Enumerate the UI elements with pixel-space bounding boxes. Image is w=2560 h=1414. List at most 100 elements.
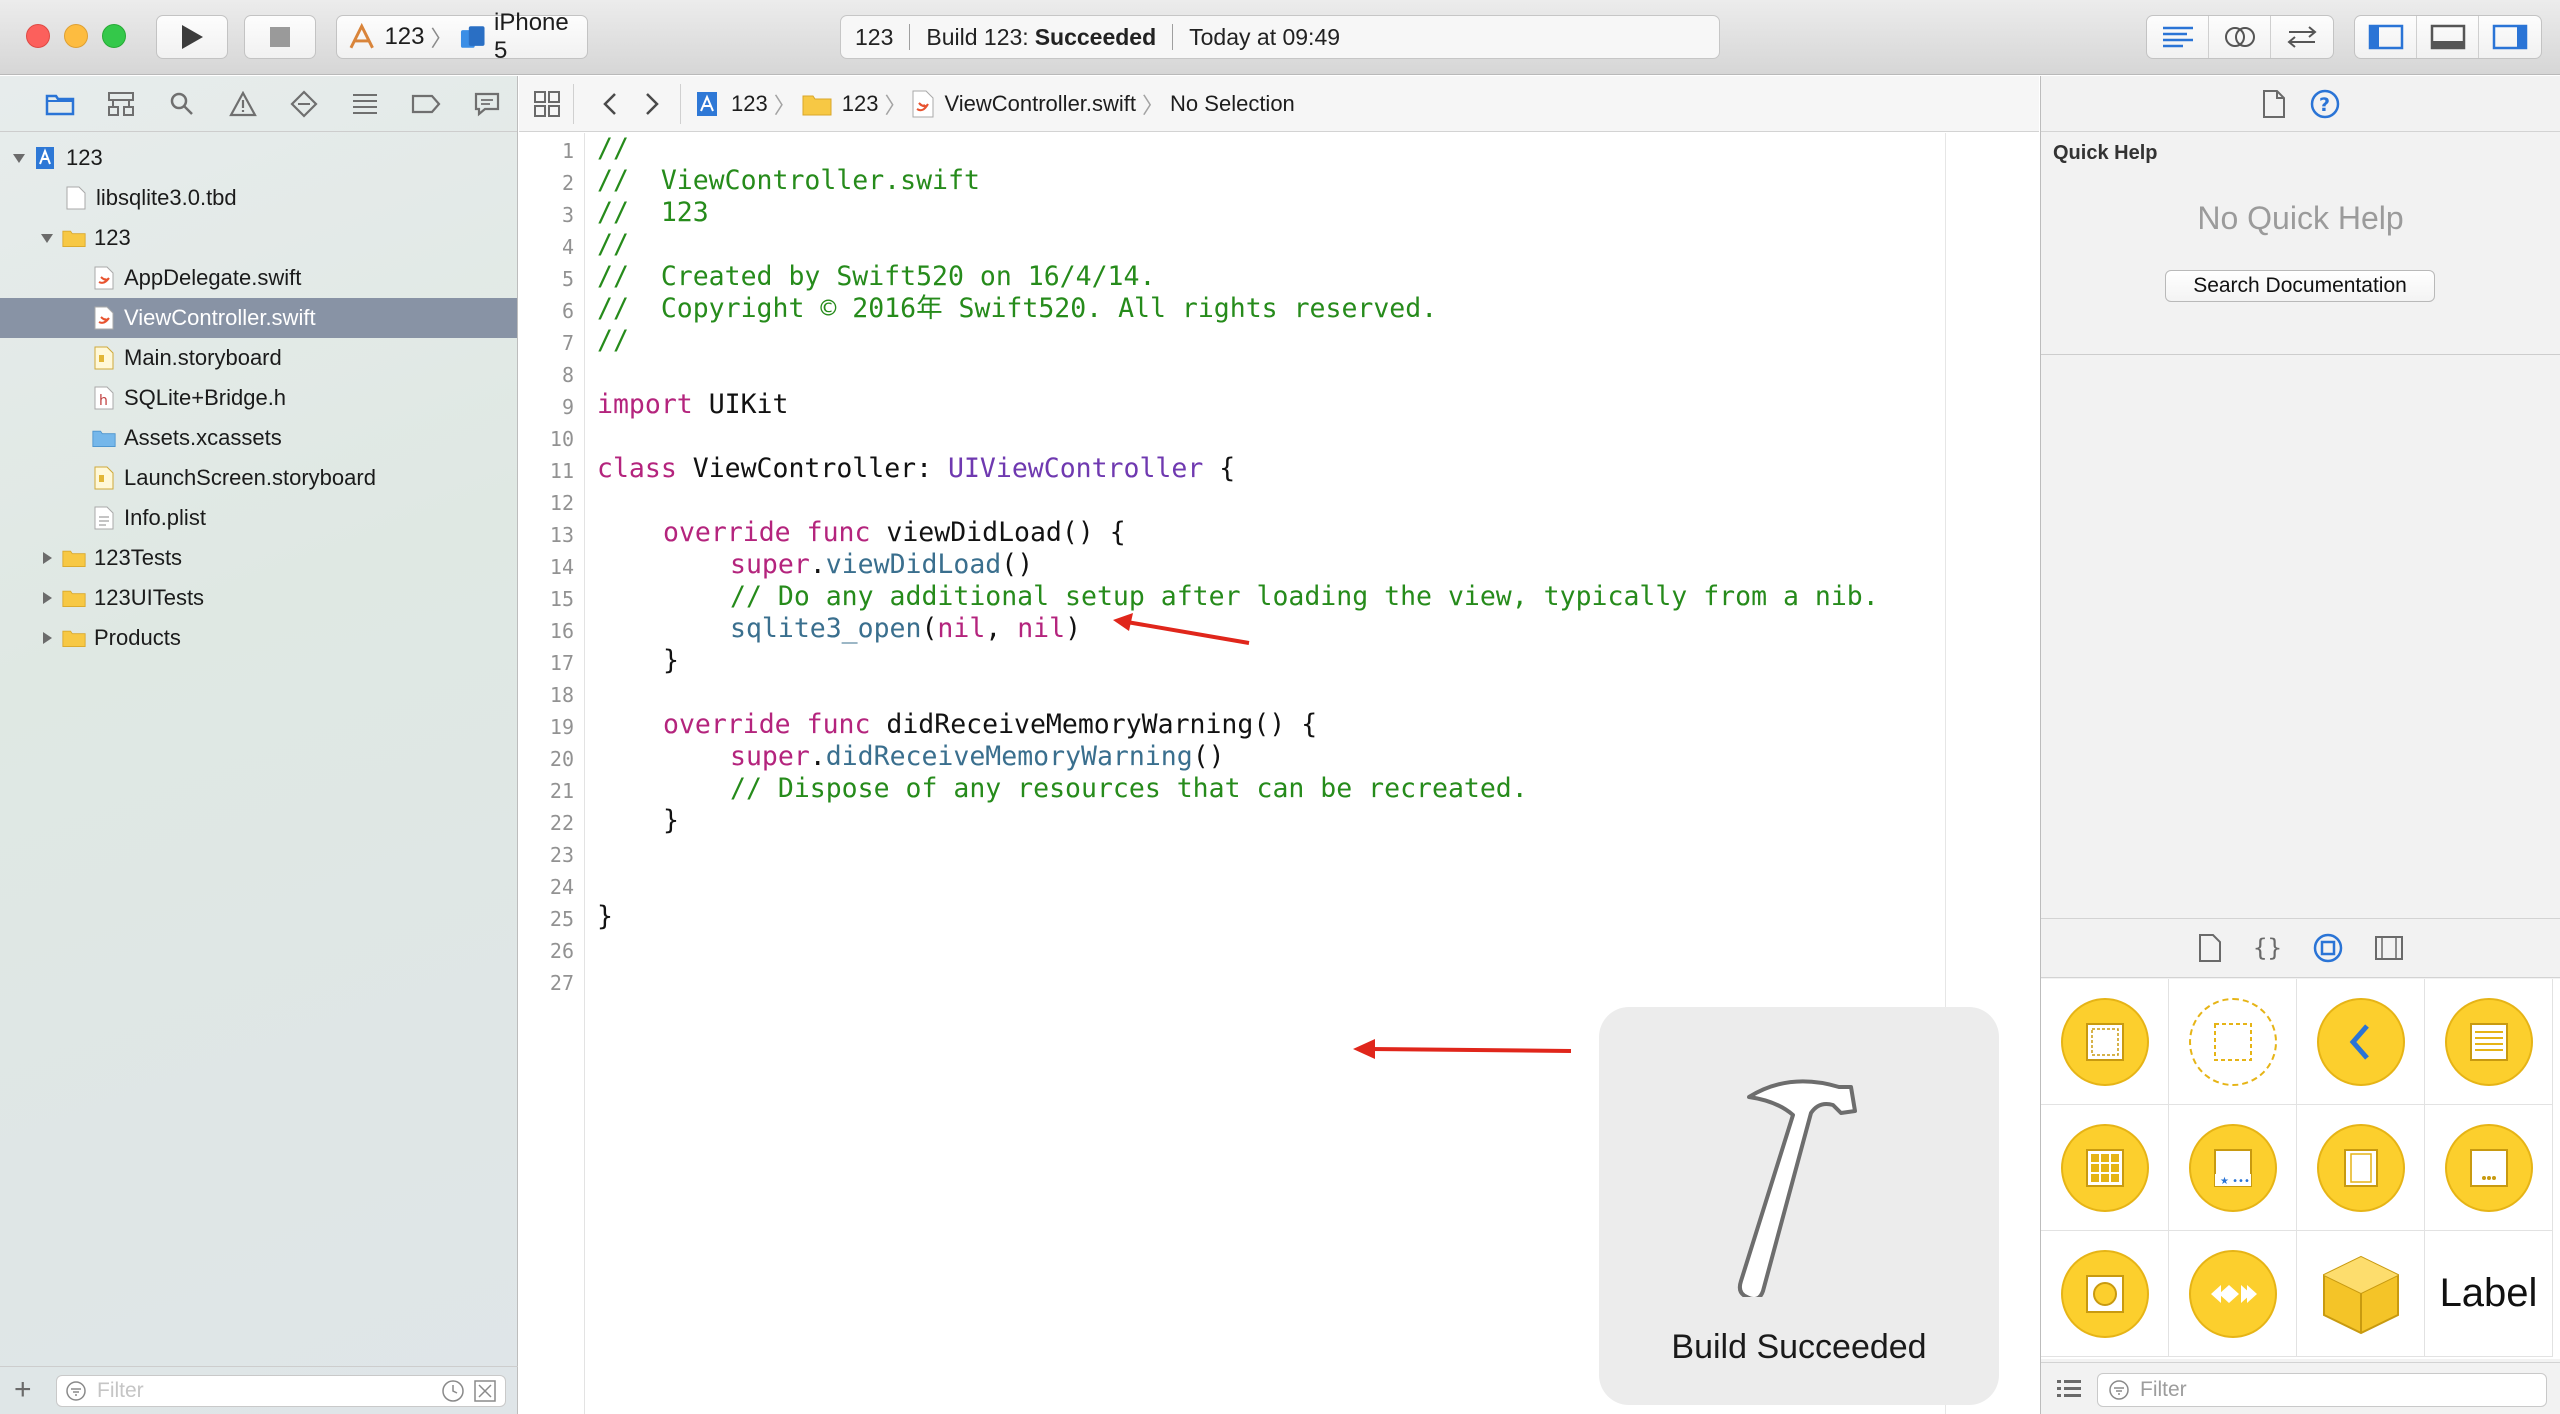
asset-catalog-icon [92,426,116,450]
tab-debug-navigator[interactable] [334,84,395,124]
toggle-debug-area-button[interactable] [2417,16,2479,58]
library-item-navigation-controller[interactable] [2297,979,2425,1105]
search-documentation-button[interactable]: Search Documentation [2165,270,2435,302]
tree-item-info-plist[interactable]: Info.plist [0,498,517,538]
line-number: 9 [561,395,574,419]
tree-item-123uitests[interactable]: 123UITests [0,578,517,618]
tree-item-appdelegate[interactable]: AppDelegate.swift [0,258,517,298]
filter-placeholder: Filter [97,1379,144,1402]
library-item-page-view-controller[interactable] [2425,1105,2553,1231]
toggle-utilities-button[interactable] [2479,16,2541,58]
tree-item-libsqlite[interactable]: libsqlite3.0.tbd [0,178,517,218]
library-filter-input[interactable]: Filter [2097,1373,2547,1407]
code-function: sqlite3_open [730,613,922,644]
close-window-button[interactable] [26,24,50,48]
table-view-icon [2444,997,2533,1086]
line-number: 6 [561,299,574,323]
stop-button[interactable] [244,15,316,59]
library-item-glkit-view-controller[interactable] [2041,1231,2169,1357]
minimize-window-button[interactable] [64,24,88,48]
tab-test-navigator[interactable] [274,84,335,124]
tab-project-navigator[interactable] [30,84,91,124]
jump-bar-selection[interactable]: No Selection [1170,91,1295,117]
jump-bar-group[interactable]: 123 [802,91,878,117]
quick-help-icon[interactable]: ? [2309,88,2341,120]
library-item-collection-view-controller[interactable] [2041,1105,2169,1231]
tab-breakpoint-navigator[interactable] [395,84,456,124]
disclosure-closed-icon [43,552,52,564]
tab-report-navigator[interactable] [456,84,517,124]
line-number: 23 [549,843,574,867]
toggle-navigator-button[interactable] [2355,16,2417,58]
scm-filter-icon[interactable] [473,1379,497,1403]
tree-item-project[interactable]: 123 [0,138,517,178]
standard-editor-button[interactable] [2147,16,2209,58]
right-panel-icon [2492,24,2528,50]
library-item-object[interactable] [2297,1231,2425,1357]
code-text-span: () [1192,741,1225,772]
assistant-editor-button[interactable] [2209,16,2271,58]
run-button[interactable] [156,15,228,59]
code-keyword: override [663,517,791,548]
tab-issue-navigator[interactable] [213,84,274,124]
zoom-window-button[interactable] [102,24,126,48]
code-line-15: // Do any additional setup after loading… [730,581,1879,612]
scheme-selector[interactable]: 123 〉 iPhone 5 [336,9,588,64]
swift-file-icon [92,266,116,290]
line-number: 5 [561,267,574,291]
clock-icon[interactable] [441,1379,465,1403]
jump-bar-project[interactable]: 123 [695,90,768,118]
library-item-tab-bar-controller[interactable]: ★ ••• [2169,1105,2297,1231]
library-item-split-view-controller[interactable] [2297,1105,2425,1231]
tree-item-viewcontroller[interactable]: ViewController.swift [0,298,517,338]
source-editor[interactable]: 1 2 3 4 5 6 7 8 9 10 11 12 13 14 15 16 1… [519,133,2039,1414]
object-library-icon[interactable] [2312,932,2344,964]
panel-toggle-control [2354,15,2542,59]
media-player-icon [2188,1249,2277,1338]
tree-item-assets[interactable]: Assets.xcassets [0,418,517,458]
library-item-view-controller[interactable] [2041,979,2169,1105]
object-library-grid: ★ ••• Label [2041,979,2560,1359]
media-library-icon[interactable] [2374,935,2404,961]
file-tree: 123 libsqlite3.0.tbd 123 AppDelegate.swi… [0,132,517,658]
tree-item-label: 123Tests [94,545,183,570]
tree-item-bridge-header[interactable]: h SQLite+Bridge.h [0,378,517,418]
code-snippet-icon[interactable]: {} [2253,934,2282,962]
chevron-right-icon: 〉 [430,26,453,51]
code-text-span: ViewController: [676,453,949,484]
library-item-storyboard-reference[interactable] [2169,979,2297,1105]
tree-item-label: ViewController.swift [124,305,316,330]
tree-item-products[interactable]: Products [0,618,517,658]
glkit-icon [2060,1249,2149,1338]
tree-item-launchscreen[interactable]: LaunchScreen.storyboard [0,458,517,498]
file-inspector-icon[interactable] [2261,89,2287,119]
folder-icon [802,95,832,115]
tab-symbol-navigator[interactable] [91,84,152,124]
code-line-9: import UIKit [597,389,788,421]
tree-item-main-storyboard[interactable]: Main.storyboard [0,338,517,378]
code-line-20: super.didReceiveMemoryWarning() [730,741,1225,773]
stop-icon [270,27,290,47]
library-item-label[interactable]: Label [2425,1231,2553,1357]
disclosure-closed-icon [43,592,52,604]
hierarchy-icon [108,91,135,116]
tab-find-navigator[interactable] [152,84,213,124]
code-line-3: // 123 [597,197,709,228]
tree-item-label: Assets.xcassets [124,425,282,450]
status-build-result: Succeeded [1034,23,1157,50]
navigator-filter-input[interactable]: Filter [56,1375,506,1407]
add-icon[interactable]: + [14,1375,32,1405]
filter-icon [2109,1380,2129,1400]
version-editor-button[interactable] [2271,16,2333,58]
jump-bar-file[interactable]: ViewController.swift [912,90,1136,118]
library-item-table-view-controller[interactable] [2425,979,2553,1105]
related-items-icon[interactable] [533,90,563,118]
tree-item-group-123[interactable]: 123 [0,218,517,258]
forward-arrow-icon[interactable] [638,90,664,118]
list-view-icon[interactable] [2055,1377,2083,1401]
library-item-avkit-player[interactable] [2169,1231,2297,1357]
tree-item-label: AppDelegate.swift [124,265,302,290]
tree-item-123tests[interactable]: 123Tests [0,538,517,578]
back-arrow-icon[interactable] [598,90,624,118]
file-template-icon[interactable] [2197,933,2223,963]
